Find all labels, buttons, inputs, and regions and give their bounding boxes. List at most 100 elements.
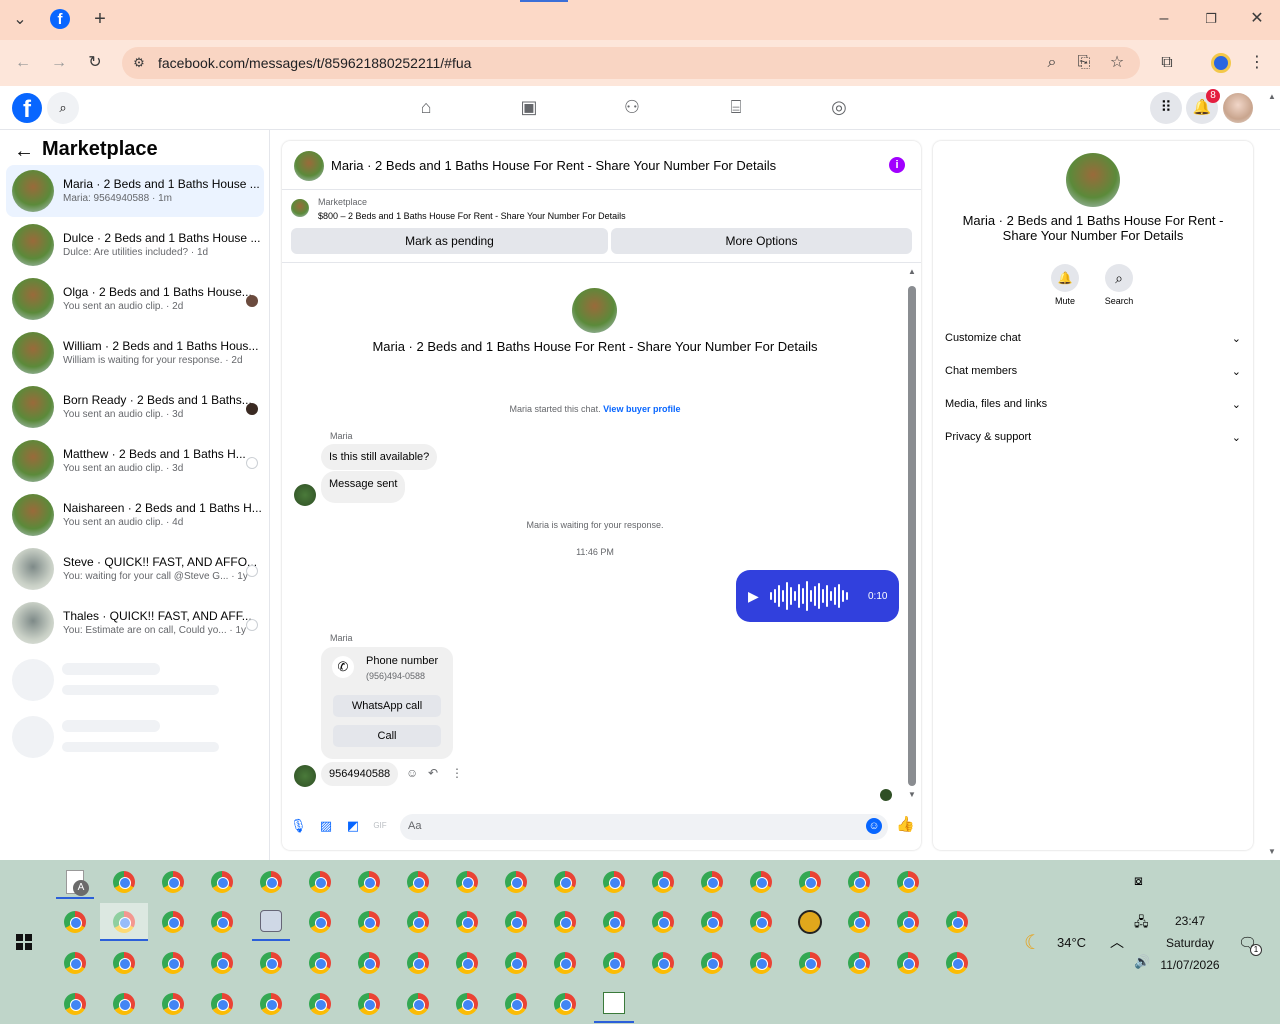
chrome-profile-app-icon[interactable] [64,952,86,974]
chrome-profile-app-icon[interactable] [407,952,429,974]
chrome-profile-app-icon[interactable] [848,871,870,893]
chrome-profile-app-icon[interactable] [848,952,870,974]
chrome-profile-app-icon[interactable] [946,911,968,933]
message-bubble[interactable]: Message sent [321,471,406,503]
volume-icon[interactable]: 🔊 [1134,954,1150,970]
chrome-profile-app-icon[interactable] [407,871,429,893]
emoji-icon[interactable]: ☺ [866,818,882,834]
chrome-profile-app-icon[interactable] [897,952,919,974]
url-text[interactable]: facebook.com/messages/t/859621880252211/… [158,55,471,71]
chrome-profile-app-icon[interactable] [358,993,380,1015]
chrome-profile-app-icon[interactable] [897,871,919,893]
call-button[interactable]: Call [333,725,441,747]
play-icon[interactable]: ▶ [748,588,759,605]
clock-day[interactable]: Saturday [1156,936,1224,950]
chrome-profile-app-icon[interactable] [260,871,282,893]
gif-icon[interactable]: GIF [372,818,388,834]
message-bubble[interactable]: 9564940588 [321,762,399,786]
chrome-profile-app-icon[interactable] [701,911,723,933]
home-icon[interactable]: ⌂ [413,97,439,121]
chrome-profile-app-icon[interactable] [505,993,527,1015]
back-icon[interactable]: ← [12,53,34,73]
page-scroll-down-icon[interactable]: ▼ [1268,847,1276,856]
friends-icon[interactable]: ⚇ [619,97,645,121]
more-options-button[interactable]: More Options [611,228,912,254]
chrome-profile-app-icon[interactable] [309,911,331,933]
chrome-profile-app-icon[interactable] [456,911,478,933]
chrome-profile-app-icon[interactable] [848,911,870,933]
scroll-up-icon[interactable]: ▲ [908,267,916,276]
utility-app-icon[interactable] [260,910,282,932]
chrome-profile-app-icon[interactable] [407,993,429,1015]
chrome-profile-app-icon[interactable] [260,993,282,1015]
site-settings-icon[interactable]: ⚙ [128,53,150,73]
show-hidden-icons-chevron-icon[interactable]: ︿ [1110,932,1124,952]
mark-pending-button[interactable]: Mark as pending [291,228,608,254]
chrome-profile-app-icon[interactable] [701,952,723,974]
react-icon[interactable]: ☺ [406,766,418,780]
chrome-profile-app-icon[interactable] [211,993,233,1015]
chrome-profile-app-icon[interactable] [211,911,233,933]
facebook-logo-icon[interactable]: f [12,93,42,123]
marketplace-icon[interactable]: ⌸ [723,97,749,121]
chrome-profile-app-icon[interactable] [554,911,576,933]
chrome-profile-app-icon[interactable] [162,952,184,974]
privacy-support-section[interactable]: Privacy & support ⌄ [945,431,1241,451]
weather-moon-icon[interactable]: ☾ [1024,930,1042,955]
like-thumb-icon[interactable]: 👍 [896,817,915,833]
chrome-profile-app-icon[interactable] [162,911,184,933]
view-buyer-profile-link[interactable]: View buyer profile [603,404,680,414]
chrome-profile-app-icon[interactable] [407,911,429,933]
chrome-profile-app-icon[interactable] [652,911,674,933]
listing-thumbnail[interactable] [291,199,309,217]
avatar[interactable] [294,151,324,181]
chrome-profile-app-icon[interactable] [897,911,919,933]
chrome-profile-app-icon[interactable] [456,952,478,974]
chrome-profile-app-icon[interactable] [358,871,380,893]
chrome-profile-app-icon[interactable] [946,952,968,974]
back-arrow-icon[interactable]: ← [14,140,34,163]
chrome-profile-app-icon[interactable] [162,871,184,893]
message-bubble[interactable]: Is this still available? [321,444,438,470]
clock-date[interactable]: 11/07/2026 [1154,958,1226,972]
chrome-profile-app-icon[interactable] [554,952,576,974]
chrome-profile-app-icon[interactable] [113,993,135,1015]
chat-members-section[interactable]: Chat members ⌄ [945,365,1241,385]
chrome-profile-app-icon[interactable] [309,871,331,893]
chrome-profile-app-icon[interactable] [554,993,576,1015]
chrome-profile-app-icon[interactable] [701,871,723,893]
zoom-icon[interactable]: ⌕ [1041,53,1063,73]
close-window-icon[interactable]: ✕ [1246,9,1268,29]
chrome-profile-app-icon[interactable] [652,952,674,974]
mute-bell-icon[interactable]: 🔔 [1051,264,1079,292]
conversation-item[interactable]: William · 2 Beds and 1 Baths Hous... Wil… [6,327,264,379]
restore-icon[interactable]: ❐ [1200,9,1222,29]
chrome-menu-icon[interactable]: ⋮ [1246,53,1268,73]
microphone-icon[interactable]: 🎙 [290,818,307,834]
chrome-profile-app-icon[interactable] [603,871,625,893]
conversation-item[interactable]: Olga · 2 Beds and 1 Baths House... You s… [6,273,264,325]
chrome-profile-app-icon[interactable] [505,871,527,893]
video-icon[interactable]: ▣ [516,97,542,121]
more-icon[interactable]: ⋮ [451,766,463,780]
chrome-profile-app-icon[interactable] [750,952,772,974]
windows-start-icon[interactable] [16,934,32,950]
search-chat-icon[interactable]: ⌕ [1105,264,1133,292]
customize-chat-section[interactable]: Customize chat ⌄ [945,332,1241,352]
audio-message[interactable]: ▶ 0:10 [736,570,899,622]
conversation-item[interactable]: Born Ready · 2 Beds and 1 Baths... You s… [6,381,264,433]
chrome-profile-app-icon[interactable] [309,993,331,1015]
groups-icon[interactable]: ◎ [826,97,852,121]
chrome-profile-app-icon[interactable] [799,952,821,974]
chrome-profile-app-icon[interactable] [358,952,380,974]
chrome-profile-app-icon[interactable] [211,871,233,893]
chrome-profile-app-icon[interactable] [260,952,282,974]
chart-app-icon[interactable] [603,992,625,1014]
whatsapp-call-button[interactable]: WhatsApp call [333,695,441,717]
profile-icon[interactable] [1211,53,1231,73]
scroll-down-icon[interactable]: ▼ [908,790,916,799]
chrome-profile-app-icon[interactable] [64,911,86,933]
install-app-icon[interactable]: ⎘ [1073,53,1095,73]
facebook-tab-favicon-icon[interactable]: f [50,9,70,29]
chrome-profile-app-icon[interactable] [211,952,233,974]
